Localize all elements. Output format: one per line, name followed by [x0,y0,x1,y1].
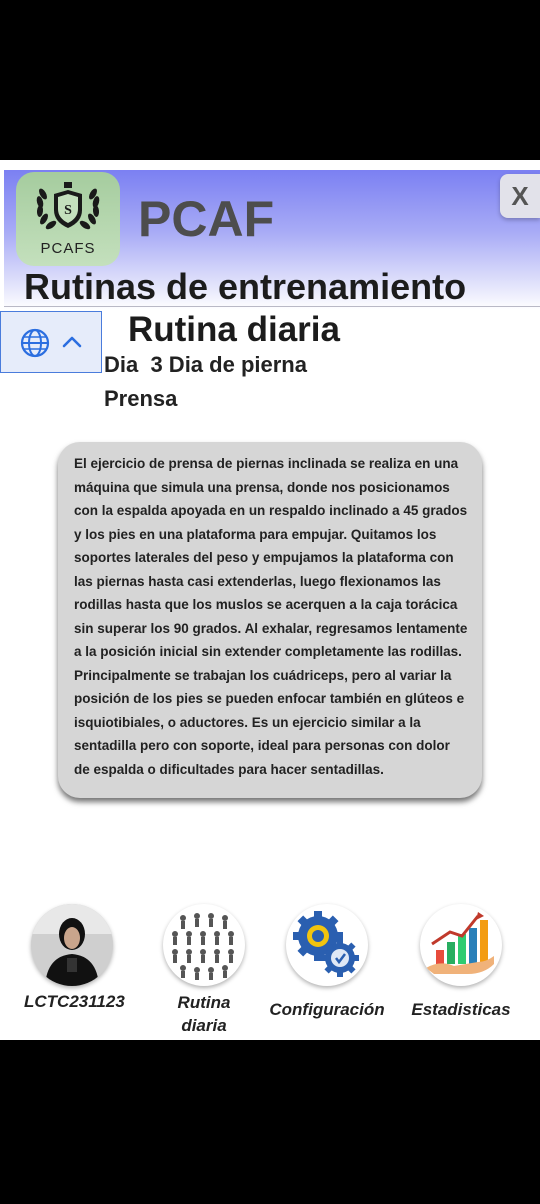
workout-grid-icon[interactable] [163,904,245,986]
avatar[interactable] [31,904,113,986]
profile-username: LCTC231123 [24,992,125,1011]
nav-daily-routine[interactable]: Rutina diaria [156,904,252,1037]
nav-statistics[interactable]: Estadisticas [408,904,514,1021]
page-subtitle: Rutina diaria [128,310,340,349]
app-logo: S PCAFS [16,172,120,266]
gear-icon[interactable] [286,904,368,986]
exercise-description: El ejercicio de prensa de piernas inclin… [74,456,468,777]
growth-chart-icon[interactable] [420,904,502,986]
nav-settings[interactable]: Configuración [266,904,388,1021]
statistics-label: Estadisticas [411,1000,511,1019]
translate-widget[interactable] [0,311,102,373]
exercise-name: Prensa [104,386,178,411]
settings-label: Configuración [269,1000,385,1019]
page-title: Rutinas de entrenamiento [24,266,467,307]
globe-icon[interactable] [20,328,50,358]
chevron-up-icon[interactable] [61,334,83,350]
svg-text:S: S [64,203,72,218]
logo-text: PCAFS [40,240,96,257]
routine-label-line1: Rutina [177,993,231,1012]
routine-label-line2: diaria [181,1016,227,1035]
app-screen: S PCAFS PCAF X Rutinas de entrenamiento … [0,160,540,1040]
close-button[interactable]: X [500,174,540,218]
app-name: PCAF [138,191,275,247]
nav-profile[interactable]: LCTC231123 [24,904,125,1013]
day-label: Dia 3 Dia de pierna [104,352,307,377]
exercise-description-card: El ejercicio de prensa de piernas inclin… [58,442,482,798]
